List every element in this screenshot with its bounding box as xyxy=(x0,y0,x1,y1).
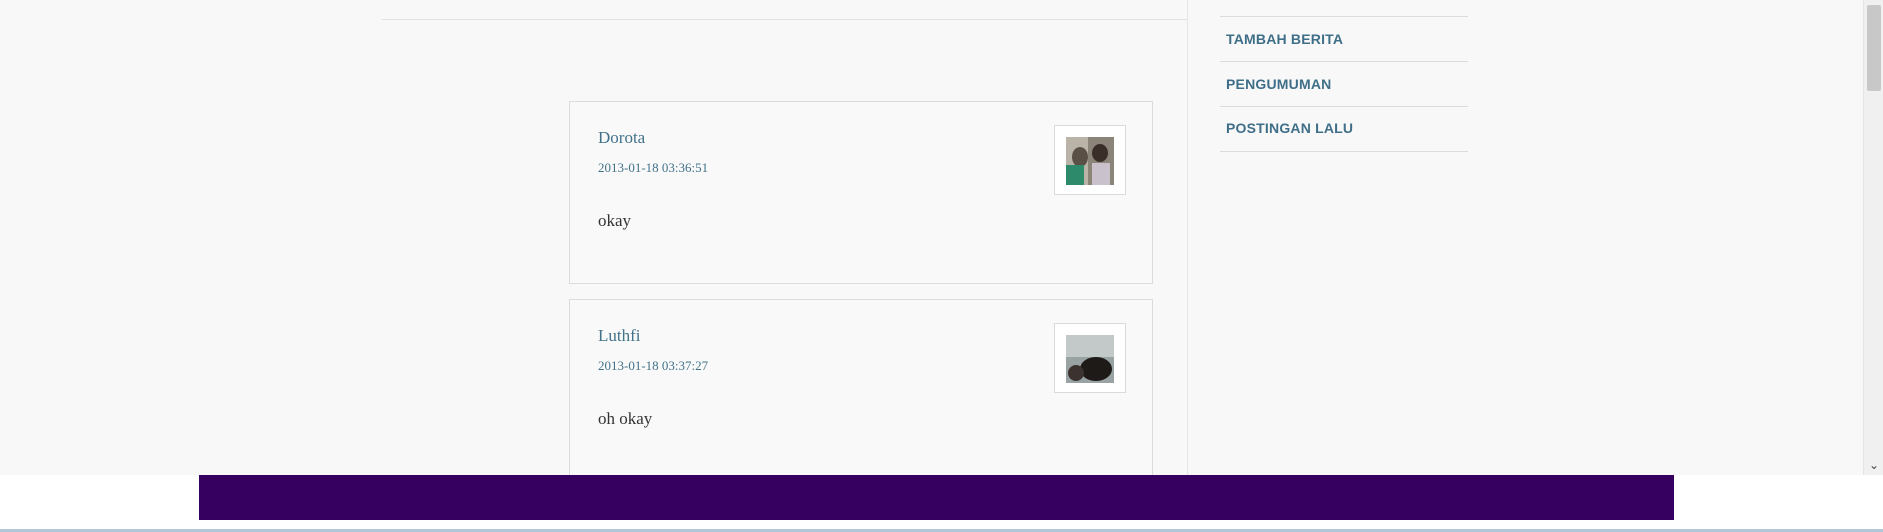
vertical-scrollbar[interactable]: ⌄ xyxy=(1863,0,1883,475)
sidebar-item-postingan-lalu[interactable]: POSTINGAN LALU xyxy=(1226,120,1466,140)
user-photo-icon xyxy=(1066,335,1114,383)
comment-author[interactable]: Dorota xyxy=(598,128,645,148)
comment-text: okay xyxy=(598,211,632,230)
footer-bar xyxy=(199,475,1674,520)
comment-card: Dorota 2013-01-18 03:36:51 okay xyxy=(569,101,1153,284)
avatar[interactable] xyxy=(1054,323,1126,393)
menu-divider xyxy=(1220,61,1468,62)
sidebar-divider xyxy=(1187,0,1188,475)
comment-text: oh okay xyxy=(598,409,653,428)
menu-divider xyxy=(1220,151,1468,152)
menu-divider xyxy=(1220,16,1468,17)
avatar[interactable] xyxy=(1054,125,1126,195)
menu-divider xyxy=(1220,106,1468,107)
scroll-down-arrow-icon[interactable]: ⌄ xyxy=(1866,457,1882,473)
comment-timestamp[interactable]: 2013-01-18 03:37:27 xyxy=(598,358,708,374)
scrollbar-thumb[interactable] xyxy=(1867,5,1881,91)
user-photo-icon xyxy=(1066,137,1114,185)
comment-card: Luthfi 2013-01-18 03:37:27 oh okay xyxy=(569,299,1153,499)
content-top-divider xyxy=(382,19,1188,20)
comment-author[interactable]: Luthfi xyxy=(598,326,641,346)
sidebar-item-pengumuman[interactable]: PENGUMUMAN xyxy=(1226,76,1466,96)
comment-timestamp[interactable]: 2013-01-18 03:36:51 xyxy=(598,160,708,176)
sidebar-item-tambah-berita[interactable]: TAMBAH BERITA xyxy=(1226,31,1466,51)
